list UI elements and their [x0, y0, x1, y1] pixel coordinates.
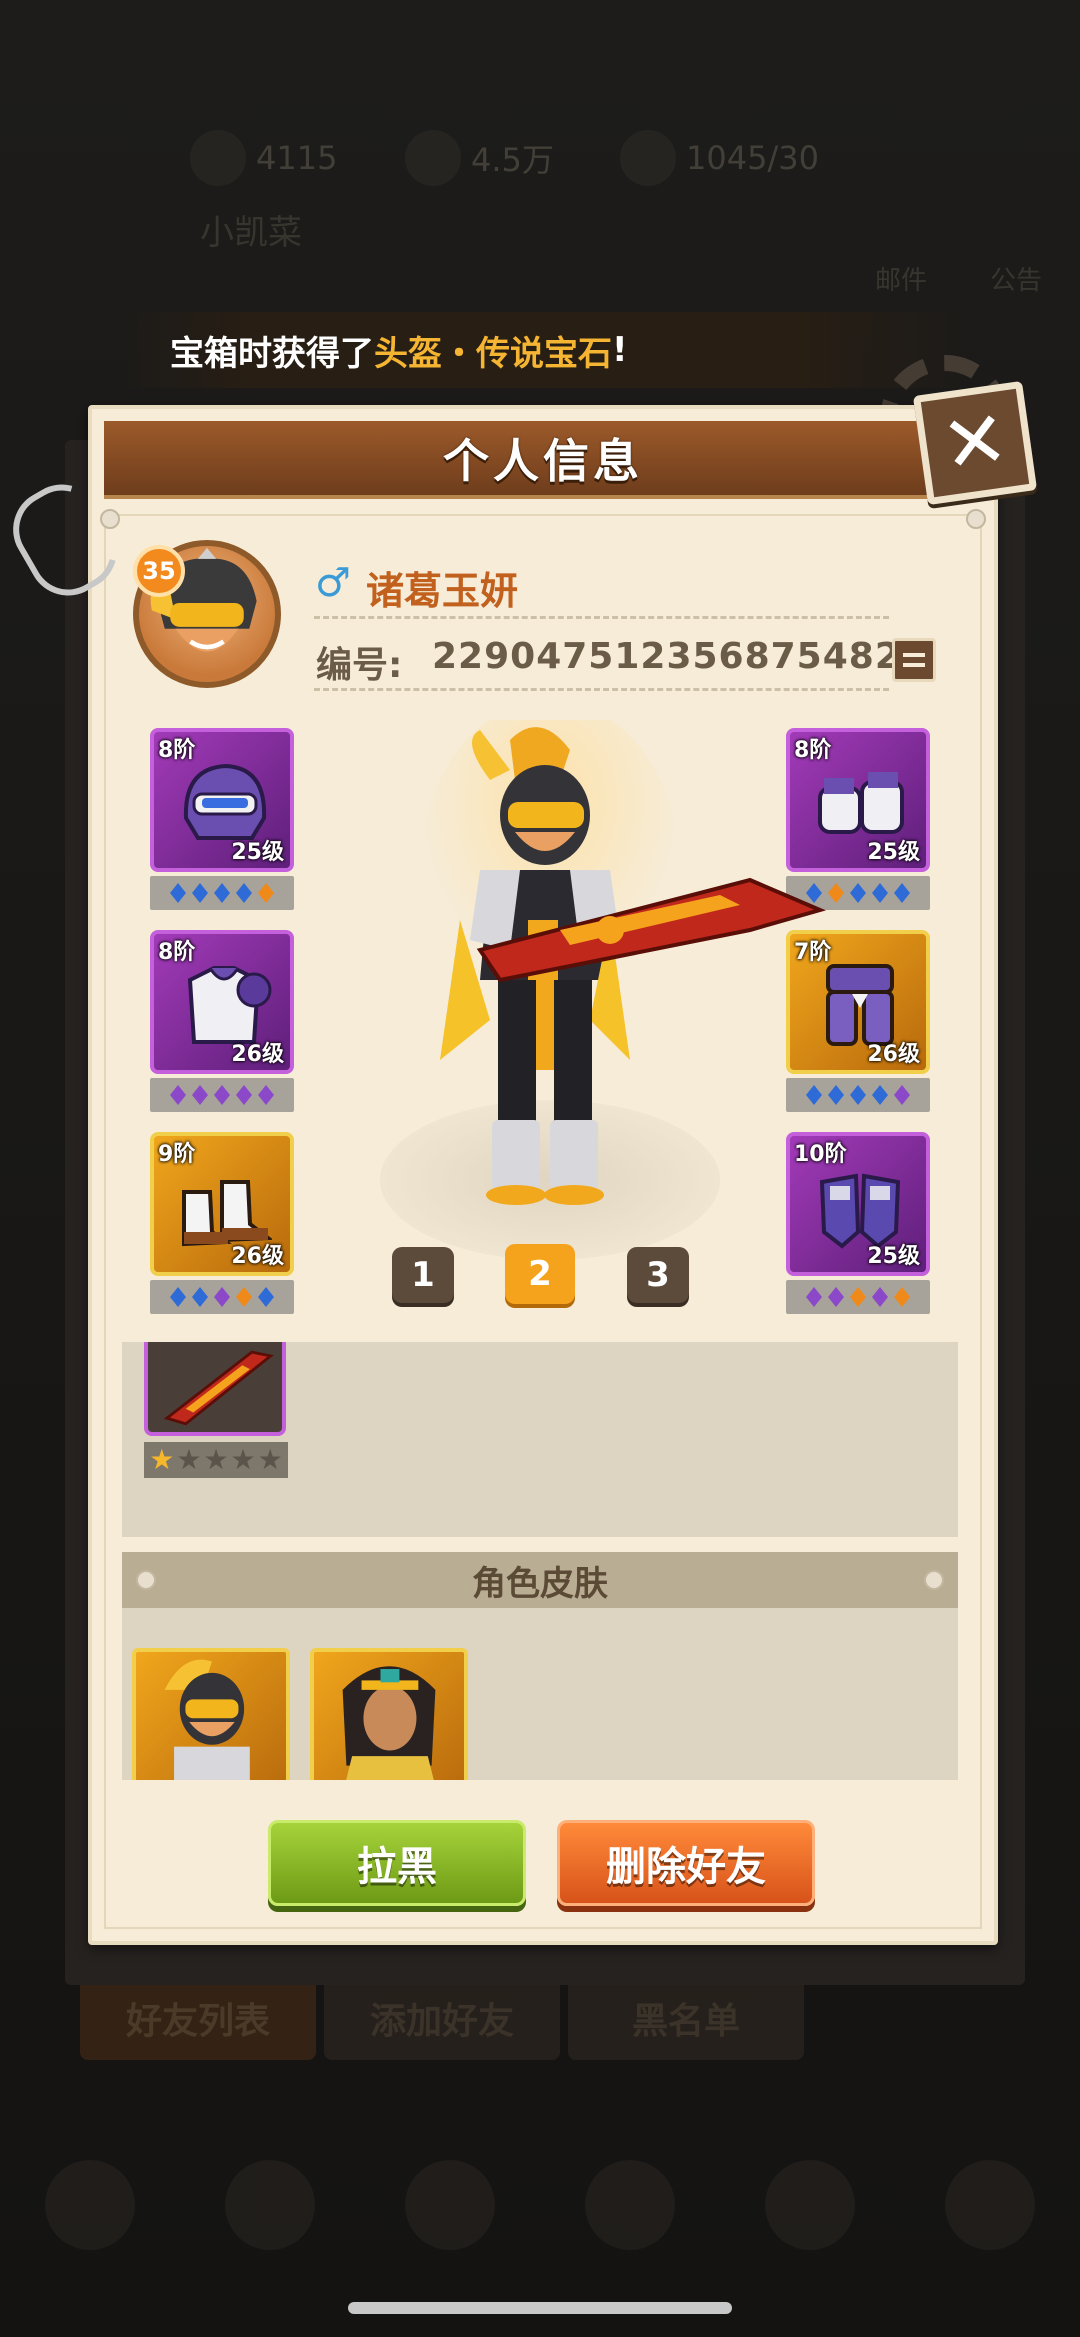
banner-prefix: 宝箱时获得了	[170, 333, 374, 374]
loadout-button-3[interactable]: 3	[627, 1247, 689, 1303]
weapon-section: ★ ★ ★ ★ ★	[122, 1342, 958, 1537]
bg-tab-friends: 好友列表	[80, 1975, 316, 2060]
slot-level: 26级	[867, 1042, 920, 1067]
gem-icon	[170, 1085, 186, 1105]
gem-icon	[872, 1287, 888, 1307]
close-button[interactable]: ✕	[912, 380, 1038, 506]
gem-icon	[170, 883, 186, 903]
equipment-slot-armor[interactable]: 8阶 26级	[150, 930, 294, 1112]
gem-icon	[850, 1085, 866, 1105]
home-indicator[interactable]	[348, 2302, 732, 2314]
male-gender-icon: ♂	[315, 560, 351, 606]
loadout-button-2[interactable]: 2	[505, 1244, 575, 1304]
player-name: 诸葛玉妍	[366, 569, 519, 613]
slot-tier: 9阶	[158, 1142, 196, 1167]
slot-level: 26级	[231, 1042, 284, 1067]
slot-level: 25级	[867, 840, 920, 865]
gem-icon	[192, 1287, 208, 1307]
header-pin-icon	[136, 1570, 156, 1590]
rifle-icon	[163, 1350, 274, 1426]
skin-card-pharaoh[interactable]	[310, 1648, 468, 1780]
bg-notice-label: 公告	[990, 266, 1043, 296]
star-icon: ★	[203, 1443, 229, 1476]
masked-gunner-skin-icon	[164, 1659, 250, 1780]
header-pin-icon	[924, 1570, 944, 1590]
gem-icon	[192, 883, 208, 903]
level-badge: 35	[133, 545, 185, 597]
player-id-value: 2290475123568754825	[432, 636, 927, 677]
weapon-star-rating: ★ ★ ★ ★ ★	[144, 1442, 288, 1478]
star-icon: ★	[257, 1443, 283, 1476]
gem-icon	[258, 1287, 274, 1307]
skins-list	[122, 1608, 958, 1780]
skins-title: 角色皮肤	[472, 1563, 608, 1604]
corner-pin-icon	[966, 509, 986, 529]
equipment-slot-boots[interactable]: 9阶 26级	[150, 1132, 294, 1314]
gem-icon	[236, 1287, 252, 1307]
slot-level: 25级	[231, 840, 284, 865]
block-button[interactable]: 拉黑	[268, 1820, 526, 1906]
divider	[314, 688, 889, 691]
background-header: 小凯菜 邮件 公告	[0, 120, 1080, 320]
gem-icon	[214, 1085, 230, 1105]
banner-suffix: !	[612, 330, 628, 370]
bg-mail-label: 邮件	[875, 266, 928, 296]
skin-card-masked-gunner[interactable]	[132, 1648, 290, 1780]
background-tabs: 好友列表 添加好友 黑名单	[80, 1975, 804, 2060]
copy-id-icon[interactable]	[892, 638, 936, 682]
panel-title: 个人信息	[443, 434, 643, 488]
gem-icon	[236, 1085, 252, 1105]
skins-header: 角色皮肤	[122, 1552, 958, 1608]
gem-row	[786, 1280, 930, 1314]
gem-icon	[850, 883, 866, 903]
close-x-icon: ✕	[936, 393, 1014, 493]
bg-tab-add-friend: 添加好友	[324, 1975, 560, 2060]
gem-icon	[236, 883, 252, 903]
gem-icon	[192, 1085, 208, 1105]
gem-icon	[850, 1287, 866, 1307]
gem-row	[150, 1078, 294, 1112]
gem-icon	[894, 1085, 910, 1105]
slot-level: 25级	[867, 1244, 920, 1269]
loadout-button-1[interactable]: 1	[392, 1247, 454, 1303]
pharaoh-skin-icon	[342, 1666, 436, 1780]
divider	[314, 616, 889, 619]
banner-highlight: 头盔・传说宝石	[374, 333, 612, 374]
gem-icon	[828, 1287, 844, 1307]
gem-icon	[806, 1287, 822, 1307]
bg-player-name: 小凯菜	[200, 213, 302, 253]
slot-card: 9阶 26级	[150, 1132, 294, 1276]
slot-card: 8阶 25级	[150, 728, 294, 872]
gem-icon	[872, 1085, 888, 1105]
gem-icon	[894, 883, 910, 903]
equipment-slot-helmet[interactable]: 8阶 25级	[150, 728, 294, 910]
gem-icon	[872, 883, 888, 903]
background-bottom-nav	[0, 2160, 1080, 2300]
slot-tier: 8阶	[158, 940, 196, 965]
star-icon: ★	[176, 1443, 202, 1476]
player-id-label: 编号:	[316, 645, 403, 686]
gem-icon	[258, 883, 274, 903]
bg-tab-blacklist: 黑名单	[568, 1975, 804, 2060]
gem-icon	[214, 883, 230, 903]
gem-icon	[214, 1287, 230, 1307]
slot-tier: 8阶	[158, 738, 196, 763]
loot-notification-banner: 宝箱时获得了 头盔・传说宝石!	[120, 312, 970, 388]
character-model	[420, 720, 826, 1205]
title-bar: 个人信息	[104, 421, 982, 499]
slot-level: 26级	[231, 1244, 284, 1269]
delete-friend-button[interactable]: 删除好友	[557, 1820, 815, 1906]
slot-card: 8阶 26级	[150, 930, 294, 1074]
weapon-card[interactable]	[144, 1342, 286, 1436]
star-icon: ★	[149, 1443, 175, 1476]
star-icon: ★	[230, 1443, 256, 1476]
gem-row	[150, 1280, 294, 1314]
gem-icon	[170, 1287, 186, 1307]
gem-row	[150, 876, 294, 910]
gem-icon	[894, 1287, 910, 1307]
gem-icon	[258, 1085, 274, 1105]
